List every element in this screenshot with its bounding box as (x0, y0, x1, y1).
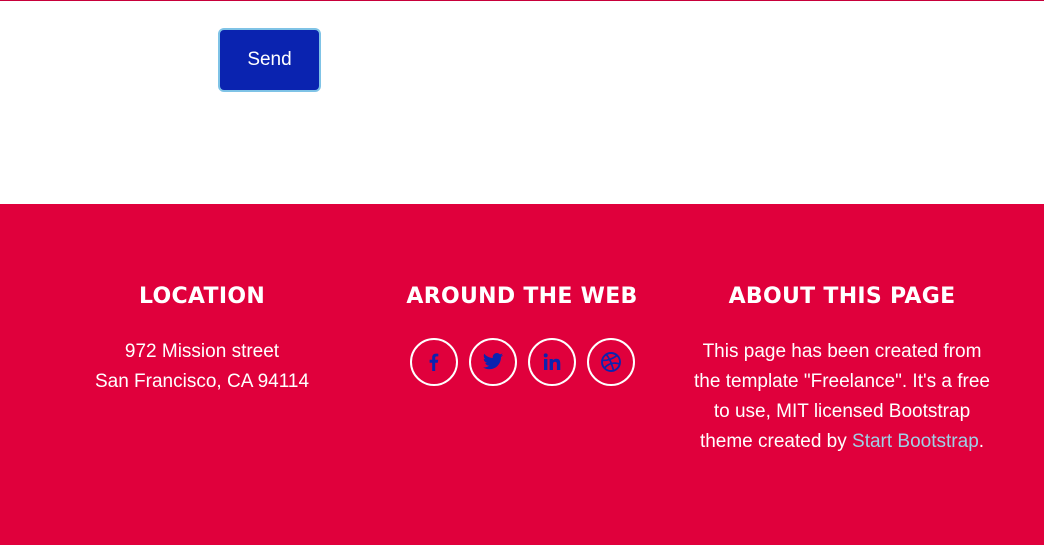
linkedin-button[interactable] (527, 338, 576, 386)
facebook-icon (429, 353, 438, 371)
about-text-end: . (978, 431, 985, 452)
around-the-web-heading: AROUND THE WEB (406, 284, 638, 309)
about-description: This page has been created from the temp… (682, 337, 1002, 457)
address-line-city: San Francisco, CA 94114 (94, 371, 310, 392)
about-heading: ABOUT THIS PAGE (728, 284, 956, 309)
twitter-button[interactable] (468, 338, 517, 386)
send-button[interactable]: Send (218, 28, 321, 92)
social-links (362, 338, 682, 386)
dribbble-button[interactable] (586, 338, 635, 386)
footer-location: LOCATION 972 Mission street San Francisc… (42, 282, 362, 397)
footer: LOCATION 972 Mission street San Francisc… (0, 204, 1044, 545)
facebook-button[interactable] (409, 338, 458, 386)
twitter-icon (482, 353, 503, 370)
dribbble-icon (600, 352, 621, 372)
start-bootstrap-link[interactable]: Start Bootstrap (852, 431, 979, 452)
address: 972 Mission street San Francisco, CA 941… (42, 337, 362, 397)
footer-around-the-web: AROUND THE WEB (362, 282, 682, 386)
contact-form-section: Send (0, 0, 1044, 204)
footer-about: ABOUT THIS PAGE This page has been creat… (682, 282, 1002, 457)
address-line-street: 972 Mission street (124, 341, 280, 362)
linkedin-icon (543, 353, 560, 370)
location-heading: LOCATION (138, 284, 266, 309)
